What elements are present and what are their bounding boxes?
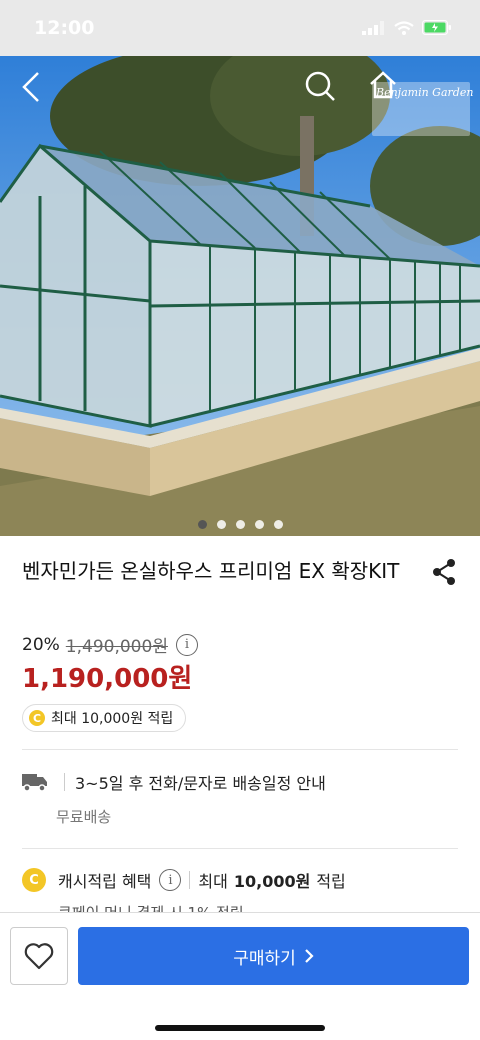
shipping-info-row: 3~5일 후 전화/문자로 배송일정 안내 [22, 770, 326, 794]
carousel-indicator [0, 520, 480, 529]
wifi-icon [394, 20, 414, 35]
heart-icon [24, 943, 54, 970]
status-icons [362, 20, 452, 35]
chevron-right-icon [305, 949, 314, 963]
cash-reward-prefix: 최대 [198, 872, 228, 891]
carousel-dot[interactable] [216, 520, 226, 529]
brand-logo: Benjamin Garden [372, 82, 474, 136]
sale-price: 1,190,000원 [22, 664, 193, 694]
divider [22, 749, 458, 750]
separator [64, 773, 65, 791]
carousel-dot[interactable] [254, 520, 264, 529]
home-indicator [155, 1025, 325, 1031]
original-price: 1,490,000원 [65, 637, 168, 657]
cash-reward-row: C 캐시적립 혜택 i 최대 10,000원 적립 [22, 868, 346, 892]
buy-button[interactable]: 구매하기 [78, 927, 469, 985]
divider [22, 848, 458, 849]
search-icon[interactable] [304, 70, 336, 102]
price-row: 20% 1,490,000원 i [22, 632, 198, 657]
info-icon[interactable]: i [159, 869, 182, 891]
cash-reward-suffix: 적립 [316, 872, 346, 891]
back-icon[interactable] [18, 70, 44, 104]
coin-icon: C [29, 710, 45, 726]
signal-icon [362, 20, 384, 35]
product-title: 벤자민가든 온실하우스 프리미엄 EX 확장KIT [22, 559, 400, 583]
separator [189, 871, 191, 889]
reward-badge: C 최대 10,000원 적립 [22, 704, 187, 732]
shipping-fee: 무료배송 [56, 808, 112, 826]
info-icon[interactable]: i [175, 633, 198, 656]
coin-icon: C [22, 868, 46, 892]
buy-button-label: 구매하기 [233, 948, 296, 969]
battery-icon [422, 20, 451, 35]
shipping-info: 3~5일 후 전화/문자로 배송일정 안내 [75, 774, 326, 793]
product-image-carousel[interactable]: Benjamin Garden [0, 56, 480, 536]
reward-badge-label: 최대 10,000원 적립 [51, 711, 174, 727]
purchase-bar: 구매하기 [0, 912, 480, 1040]
wishlist-button[interactable] [10, 927, 68, 985]
cash-reward-label: 캐시적립 혜택 [58, 872, 152, 891]
truck-icon [22, 774, 47, 792]
brand-logo-text: Benjamin Garden [376, 86, 474, 99]
carousel-dot[interactable] [273, 520, 283, 529]
share-icon[interactable] [430, 558, 458, 586]
status-time: 12:00 [34, 17, 95, 39]
cash-reward-amount: 10,000원 [233, 872, 311, 891]
carousel-dot[interactable] [197, 520, 207, 529]
carousel-dot[interactable] [235, 520, 245, 529]
status-bar: 12:00 [0, 0, 480, 56]
discount-rate: 20% [22, 634, 60, 655]
